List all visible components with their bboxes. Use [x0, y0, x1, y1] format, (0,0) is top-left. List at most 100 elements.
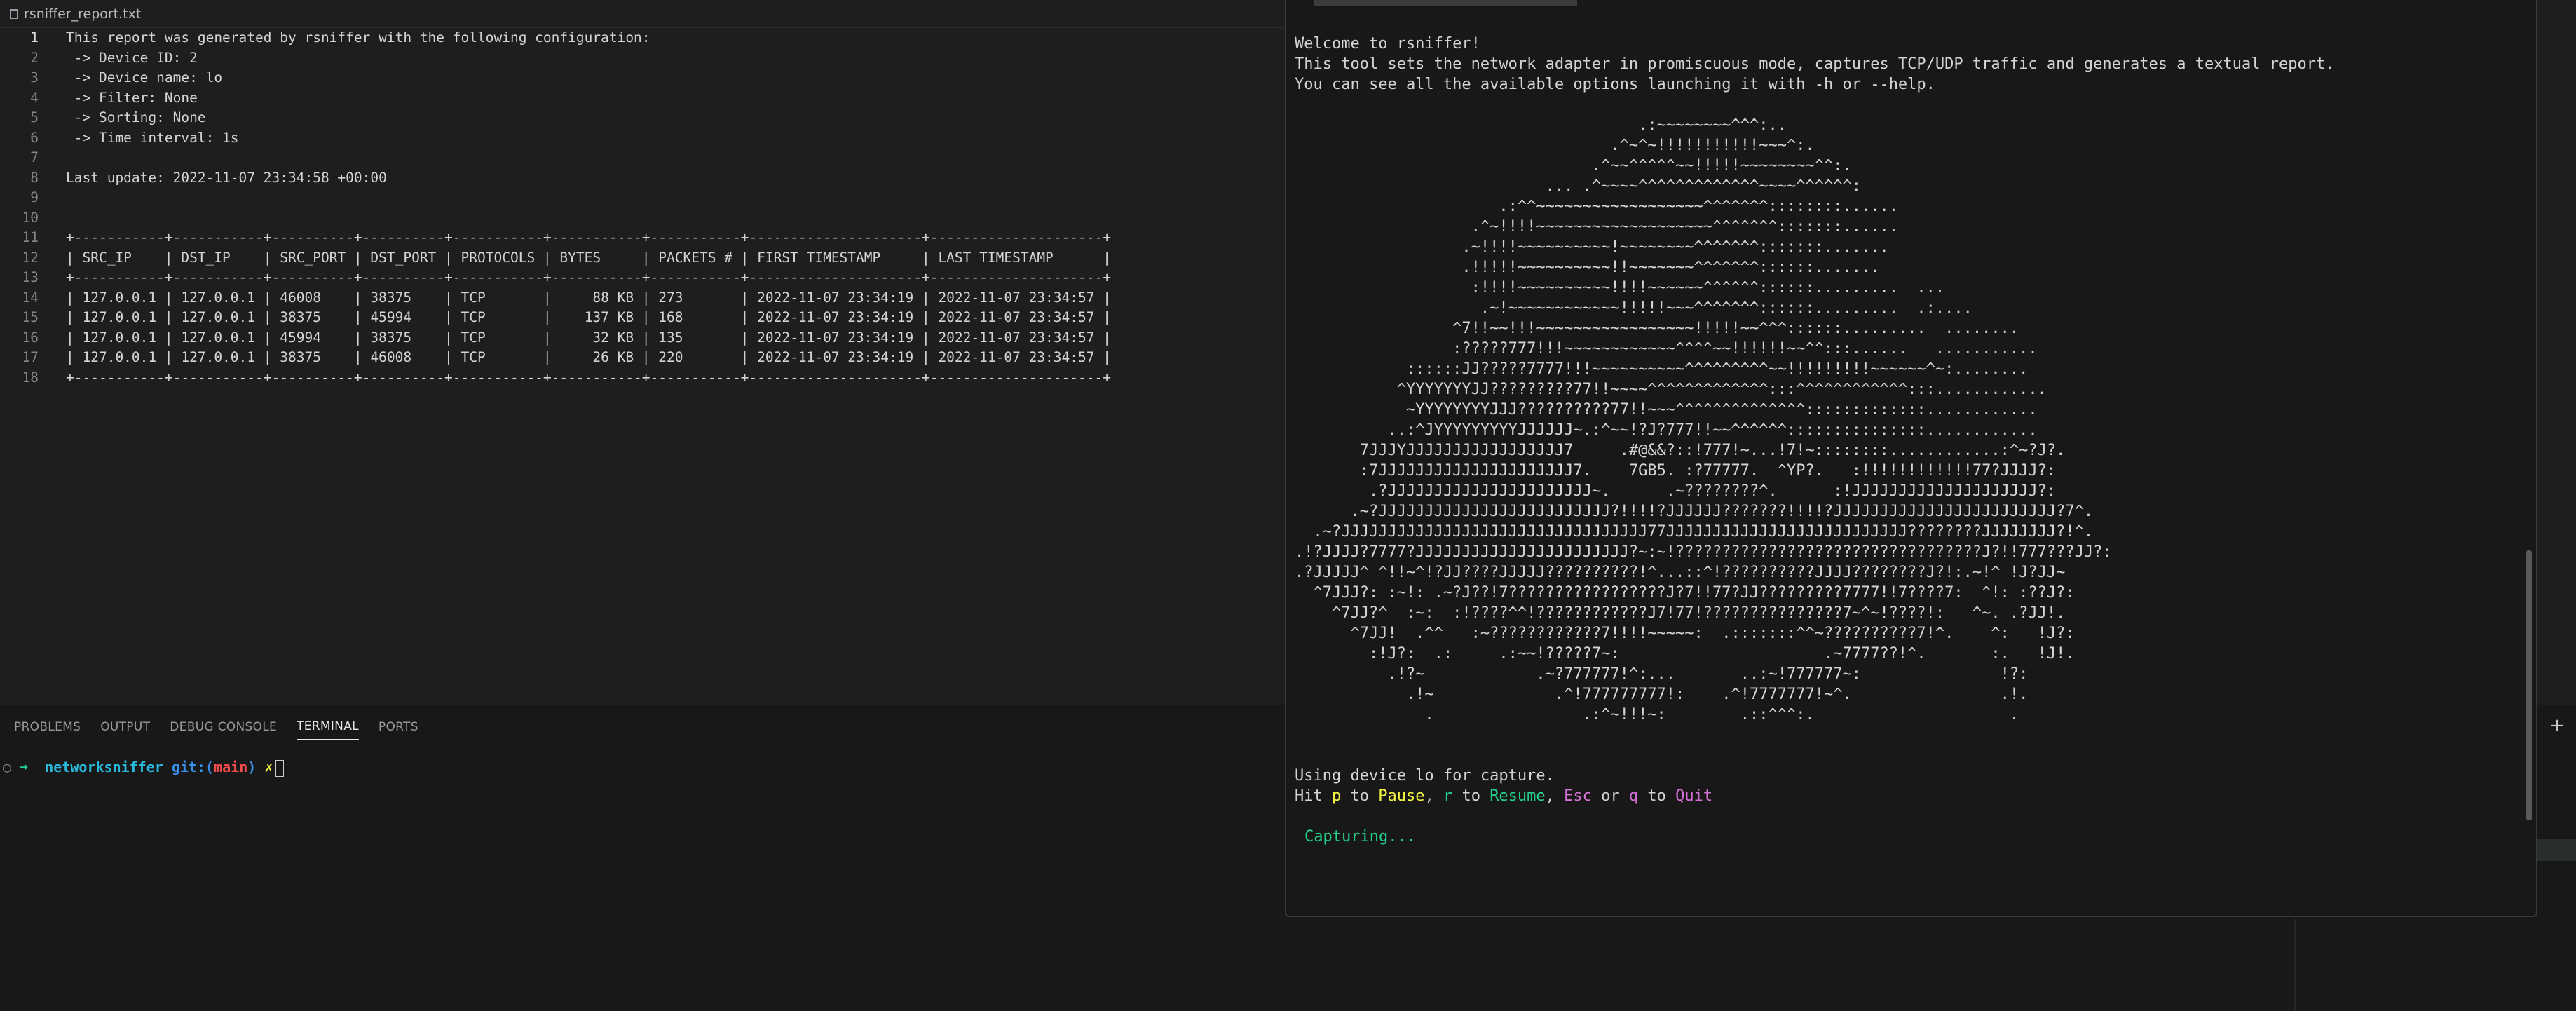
ascii-art-line: 7JJJYJJJJJJJJJJJJJJJJJ7 .#@&&?::!777!~..…	[1295, 442, 2066, 459]
line-number: 15	[22, 309, 39, 325]
line-text: +-----------+-----------+----------+----…	[66, 229, 1111, 245]
line-number: 8	[30, 169, 39, 186]
ascii-art-line: ^7JJ! .^^ :~????????????7!!!!~~~~~: .:::…	[1295, 625, 2075, 642]
prompt-arrow-icon: ➜	[20, 759, 29, 775]
line-text	[39, 148, 66, 168]
ascii-art-line: ::::::JJ?????7777!!!~~~~~~~~~~^^^^^^^^^~…	[1295, 360, 2029, 378]
tab-output[interactable]: OUTPUT	[100, 713, 150, 740]
line-number: 4	[30, 89, 39, 106]
line-number: 17	[22, 349, 39, 365]
code-line[interactable]: 9	[0, 188, 1287, 208]
ascii-art-logo: .:~~~~~~~~^^^:.. .^~^~!!!!!!!!!!!~~~^:. …	[1295, 115, 2334, 725]
line-text: -> Filter: None	[66, 89, 198, 106]
ascii-art-line: ~YYYYYYYYJJJ??????????77!!~~~^^^^^^^^^^^…	[1295, 401, 2038, 419]
line-number: 18	[22, 369, 39, 386]
rsniffer-terminal-window[interactable]: Welcome to rsniffer! This tool sets the n…	[1285, 0, 2537, 917]
key-p: p	[1331, 787, 1342, 805]
tab-problems[interactable]: PROBLEMS	[14, 713, 81, 740]
code-line[interactable]: 8 Last update: 2022-11-07 23:34:58 +00:00	[0, 168, 1287, 189]
hint-text: ,	[1545, 787, 1565, 805]
terminal-titlebar[interactable]	[1314, 0, 1577, 6]
line-text: +-----------+-----------+----------+----…	[66, 269, 1111, 285]
code-line[interactable]: 13 +-----------+-----------+----------+--…	[0, 268, 1287, 288]
line-number: 1	[30, 29, 39, 46]
line-number: 13	[22, 269, 39, 285]
ascii-art-line: .:~~~~~~~~^^^:..	[1295, 116, 1787, 134]
key-q: q	[1628, 787, 1639, 805]
prompt-dirty-icon: ✗	[264, 759, 273, 775]
panel-tabs: PROBLEMS OUTPUT DEBUG CONSOLE TERMINAL P…	[14, 705, 438, 747]
line-text: | SRC_IP | DST_IP | SRC_PORT | DST_PORT …	[66, 249, 1111, 266]
line-number: 3	[30, 69, 39, 86]
pause-label: Pause	[1378, 787, 1425, 805]
code-line[interactable]: 14 | 127.0.0.1 | 127.0.0.1 | 46008 | 3837…	[0, 288, 1287, 308]
ascii-art-line: .^~!!!!~~~~~~~~~~~~~~~~~~~^^^^^^^:::::::…	[1295, 218, 1898, 236]
prompt-git-branch: main	[214, 759, 248, 775]
line-text: | 127.0.0.1 | 127.0.0.1 | 38375 | 46008 …	[66, 349, 1111, 365]
ascii-art-line: ^YYYYYYYJJ?????????77!!~~~~^^^^^^^^^^^^^…	[1295, 381, 2047, 398]
code-line[interactable]: 15 | 127.0.0.1 | 127.0.0.1 | 38375 | 4599…	[0, 308, 1287, 328]
terminal-scrollbar[interactable]	[2526, 550, 2532, 820]
description-line: This tool sets the network adapter in pr…	[1295, 55, 2335, 73]
line-text: -> Sorting: None	[66, 109, 206, 125]
ascii-art-line: .?JJJJJJJJJJJJJJJJJJJJJJ~. .~????????^. …	[1295, 482, 2057, 500]
code-line[interactable]: 1 This report was generated by rsniffer w…	[0, 28, 1287, 48]
ascii-art-line: ..:^JYYYYYYYYYJJJJJJ~.:^~~!?J?777!!~~^^^…	[1295, 421, 2038, 439]
code-line[interactable]: 17 | 127.0.0.1 | 127.0.0.1 | 38375 | 4600…	[0, 348, 1287, 368]
resume-label: Resume	[1490, 787, 1546, 805]
code-line[interactable]: 7	[0, 148, 1287, 168]
line-number: 9	[30, 189, 39, 205]
tab-terminal[interactable]: TERMINAL	[297, 712, 359, 740]
line-number: 12	[22, 249, 39, 266]
editor-content[interactable]: 1 This report was generated by rsniffer w…	[0, 28, 1287, 701]
ascii-art-line: ... .^~~~~^^^^^^^^^^^^^~~~~^^^^^^:	[1295, 177, 1861, 195]
ascii-art-line: :!J?: .: .:~~!?????7~: .~7777??!^. :. !J…	[1295, 645, 2075, 663]
panel-side-highlight	[2537, 839, 2576, 861]
prompt-git-label: git:(	[171, 759, 214, 775]
line-number: 5	[30, 109, 39, 125]
ascii-art-line: .!?~ .~?777777!^:... ..:~!777777~: !?:	[1295, 665, 2029, 683]
prompt-git-close: )	[247, 759, 257, 775]
line-text: -> Device name: lo	[66, 69, 223, 86]
code-line[interactable]: 10	[0, 208, 1287, 229]
device-line: Using device lo for capture.	[1295, 767, 1555, 785]
tab-debug-console[interactable]: DEBUG CONSOLE	[170, 713, 277, 740]
code-line[interactable]: 16 | 127.0.0.1 | 127.0.0.1 | 45994 | 3837…	[0, 328, 1287, 348]
terminal-prompt[interactable]: ○ ➜ networksniffer git:(main) ✗	[3, 757, 285, 777]
code-line[interactable]: 18 +-----------+-----------+----------+--…	[0, 368, 1287, 388]
code-line[interactable]: 11 +-----------+-----------+----------+--…	[0, 228, 1287, 248]
hint-text: Hit	[1295, 787, 1332, 805]
line-text: Last update: 2022-11-07 23:34:58 +00:00	[66, 169, 387, 186]
ascii-art-line: :7JJJJJJJJJJJJJJJJJJJJJ7. 7GB5. :?77777.…	[1295, 462, 2057, 480]
line-text: -> Device ID: 2	[66, 49, 198, 66]
add-terminal-icon[interactable]: +	[2549, 715, 2565, 736]
line-number: 10	[22, 209, 39, 226]
line-number: 2	[30, 49, 39, 66]
tab-ports[interactable]: PORTS	[379, 713, 418, 740]
keys-hint-line: Hit p to Pause, r to Resume, Esc or q to…	[1295, 786, 2334, 806]
line-number: 6	[30, 129, 39, 146]
ascii-art-line: :?????777!!!~~~~~~~~~~~~^^^^~~!!!!!!~~^^…	[1295, 340, 2038, 358]
code-line[interactable]: 12 | SRC_IP | DST_IP | SRC_PORT | DST_POR…	[0, 248, 1287, 269]
line-text	[39, 188, 66, 208]
key-esc: Esc	[1564, 787, 1592, 805]
help-line: You can see all the available options la…	[1295, 76, 1935, 93]
code-line[interactable]: 6 -> Time interval: 1s	[0, 128, 1287, 149]
ascii-art-line: .^~~^^^^^~~!!!!!~~~~~~~~^^:.	[1295, 157, 1852, 175]
key-r: r	[1443, 787, 1453, 805]
file-text-icon	[10, 8, 18, 19]
code-line[interactable]: 2 -> Device ID: 2	[0, 48, 1287, 69]
code-line[interactable]: 5 -> Sorting: None	[0, 108, 1287, 128]
ascii-art-line: .:^^~~~~~~~~~~~~~~~~~~^^^^^^^::::::::...…	[1295, 198, 1898, 215]
ascii-art-line: ^7JJ?^ :~: :!????^^!????????????J7!77!??…	[1295, 604, 2066, 622]
line-text: | 127.0.0.1 | 127.0.0.1 | 46008 | 38375 …	[66, 289, 1111, 306]
line-text: This report was generated by rsniffer wi…	[66, 29, 650, 46]
quit-label: Quit	[1675, 787, 1713, 805]
ascii-art-line: .!?JJJJ?7777?JJJJJJJJJJJJJJJJJJJJJJJ?~:~…	[1295, 543, 2112, 561]
code-line[interactable]: 4 -> Filter: None	[0, 88, 1287, 109]
capture-status: Capturing...	[1304, 828, 1416, 846]
terminal-cursor[interactable]	[275, 759, 285, 777]
code-line[interactable]: 3 -> Device name: lo	[0, 68, 1287, 88]
editor-tab[interactable]: rsniffer_report.txt	[0, 0, 1287, 28]
ascii-art-line: .?JJJJJ^ ^!!~^!?JJ????JJJJJ??????????!^.…	[1295, 564, 2066, 581]
